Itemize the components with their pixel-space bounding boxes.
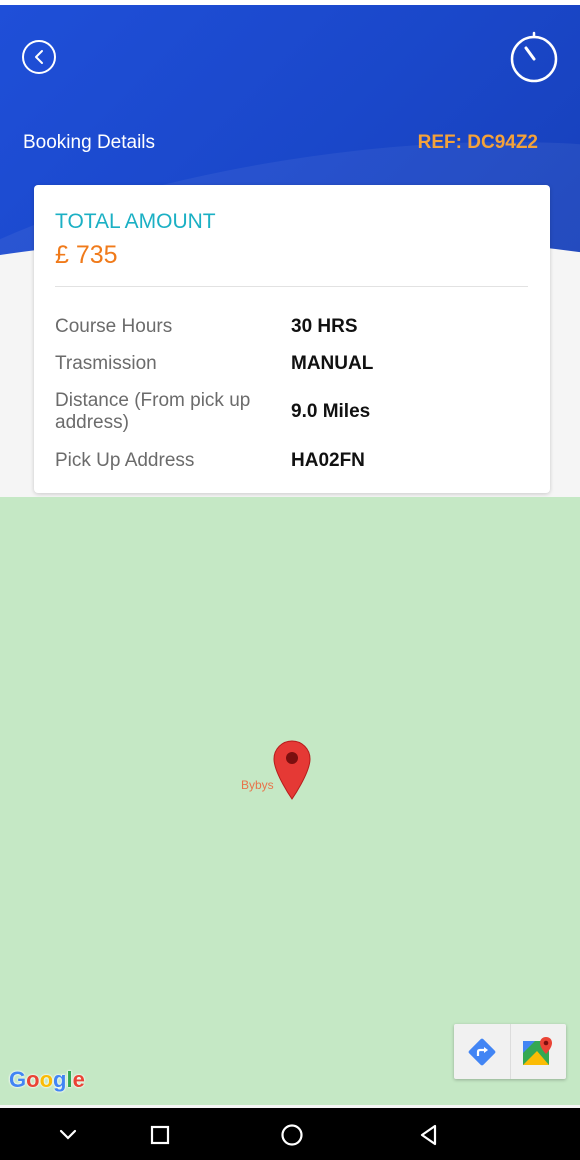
chevron-down-icon [59,1129,77,1140]
back-triangle-icon [420,1124,437,1146]
divider [55,286,528,287]
system-navigation-bar [0,1108,580,1160]
stopwatch-icon[interactable] [508,31,560,83]
total-amount-label: TOTAL AMOUNT [55,210,216,233]
detail-row-course-hours: Course Hours 30 HRS [55,316,535,338]
detail-value: MANUAL [291,353,374,374]
home-circle-icon [281,1124,303,1146]
map-place-label: Bybys [241,778,274,792]
detail-row-distance: Distance (From pick up address) 9.0 Mile… [55,390,535,434]
page-title: Booking Details [23,132,156,153]
detail-row-pickup-address: Pick Up Address HA02FN [55,450,535,472]
nav-recents-button[interactable] [145,1120,175,1150]
detail-label: Pick Up Address [55,450,195,471]
detail-label: Distance (From pick up address) [55,390,251,433]
map-view[interactable] [0,497,580,1105]
google-maps-icon [523,1036,553,1065]
directions-button[interactable] [454,1024,510,1079]
booking-reference: REF: DC94Z2 [417,132,538,153]
directions-icon [468,1038,496,1065]
map-marker-icon[interactable] [273,740,311,800]
back-button[interactable] [22,40,56,74]
total-amount-value: £ 735 [55,241,118,269]
detail-row-transmission: Trasmission MANUAL [55,353,535,375]
detail-label: Trasmission [55,353,157,374]
open-in-maps-button[interactable] [509,1024,567,1079]
detail-label: Course Hours [55,316,173,337]
google-logo: Google [9,1067,85,1092]
nav-collapse-button[interactable] [53,1120,83,1150]
nav-home-button[interactable] [277,1120,307,1150]
booking-summary-card: TOTAL AMOUNT £ 735 Course Hours 30 HRS T… [34,185,550,493]
detail-value: 9.0 Miles [291,401,371,422]
map-toolbar [454,1024,566,1079]
detail-value: 30 HRS [291,316,358,337]
detail-value: HA02FN [291,450,365,471]
nav-back-button[interactable] [414,1120,444,1150]
chevron-left-icon [35,50,43,64]
recents-square-icon [150,1125,170,1145]
